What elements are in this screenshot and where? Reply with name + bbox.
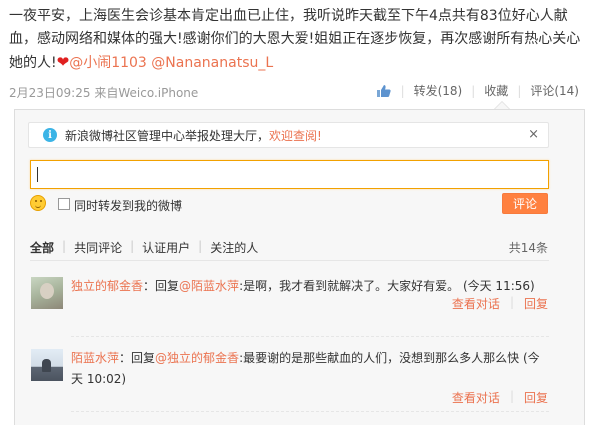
comment-filters: 全部 | 共同评论 | 认证用户 | 关注的人 [30, 239, 258, 256]
reply-to-link[interactable]: @独立的郁金香 [155, 351, 239, 365]
filter-all[interactable]: 全部 [30, 239, 54, 256]
heart-icon: ❤ [56, 53, 70, 71]
comment-button[interactable]: 评论(14) [530, 82, 579, 99]
filter-separator: | [62, 239, 67, 253]
filter-mutual[interactable]: 共同评论 [74, 239, 122, 256]
comment-count: 共14条 [508, 241, 548, 255]
avatar[interactable] [31, 277, 63, 309]
text-caret [37, 167, 38, 182]
action-separator: | [509, 295, 514, 309]
avatar[interactable] [31, 349, 63, 381]
filter-following[interactable]: 关注的人 [210, 239, 258, 256]
source-prefix: 来自 [94, 86, 119, 100]
comment-item: 陌蓝水萍：回复@独立的郁金香:最要谢的是那些献血的人们，没想到那么多人那么快 (… [71, 348, 546, 390]
reply-link[interactable]: 回复 [524, 295, 548, 312]
notice-bar: i 新浪微博社区管理中心举报处理大厅， 欢迎查阅! × [28, 122, 549, 148]
comment-actions: 查看对话 | 回复 [452, 295, 548, 312]
filter-separator: | [198, 239, 203, 253]
post-meta: 2月23日09:25 来自Weico.iPhone [9, 84, 198, 101]
action-separator: | [509, 389, 514, 403]
view-conversation-link[interactable]: 查看对话 [452, 295, 500, 312]
post-date[interactable]: 2月23日09:25 [9, 86, 91, 100]
comment-body: :最要谢的是那些献血的人们，没想到那么多人那么快 [239, 351, 520, 365]
comment-time: (今天 11:56) [462, 279, 535, 293]
forward-label[interactable]: 同时转发到我的微博 [74, 197, 182, 214]
reply-prefix: 回复 [131, 351, 156, 365]
reply-link[interactable]: 回复 [524, 389, 548, 406]
view-conversation-link[interactable]: 查看对话 [452, 389, 500, 406]
action-separator: | [400, 83, 405, 98]
source-link[interactable]: Weico.iPhone [118, 86, 198, 100]
mention-link-2[interactable]: @Nanananatsu_L [151, 55, 273, 71]
comment-author[interactable]: 独立的郁金香 [71, 279, 143, 293]
reply-to-link[interactable]: @陌蓝水萍 [179, 279, 239, 293]
thumbs-up-icon[interactable] [376, 83, 392, 99]
filter-verified[interactable]: 认证用户 [142, 239, 190, 256]
info-icon: i [43, 128, 57, 142]
close-icon[interactable]: × [528, 127, 539, 142]
comment-actions: 查看对话 | 回复 [452, 389, 548, 406]
filter-divider [30, 260, 549, 261]
mention-link-1[interactable]: @小闹1103 [69, 55, 147, 71]
action-separator: | [471, 83, 476, 98]
notice-text: 新浪微博社区管理中心举报处理大厅， [65, 128, 270, 143]
forward-checkbox[interactable] [58, 198, 70, 210]
notice-link[interactable]: 欢迎查阅! [269, 127, 322, 144]
comment-divider [71, 411, 549, 412]
author-separator: ： [119, 351, 132, 365]
comment-divider [71, 336, 549, 337]
comment-input[interactable] [30, 160, 549, 189]
emoji-icon[interactable] [30, 195, 46, 211]
author-separator: ： [143, 279, 156, 293]
panel-pointer-inner [495, 102, 509, 109]
comment-item: 独立的郁金香：回复@陌蓝水萍:是啊，我才看到就解决了。大家好有爱。 (今天 11… [71, 276, 546, 297]
filter-separator: | [130, 239, 135, 253]
favorite-button[interactable]: 收藏 [484, 82, 508, 99]
reply-prefix: 回复 [155, 279, 180, 293]
comment-author[interactable]: 陌蓝水萍 [71, 351, 119, 365]
repost-button[interactable]: 转发(18) [414, 82, 463, 99]
post-text: 一夜平安，上海医生会诊基本肯定出血已止住，我听说昨天截至下午4点共有83位好心人… [9, 5, 587, 75]
action-separator: | [517, 83, 522, 98]
comment-body: :是啊，我才看到就解决了。大家好有爱。 [239, 279, 460, 293]
submit-comment-button[interactable]: 评论 [502, 193, 548, 214]
post-actions: | 转发(18) | 收藏 | 评论(14) [376, 82, 579, 99]
